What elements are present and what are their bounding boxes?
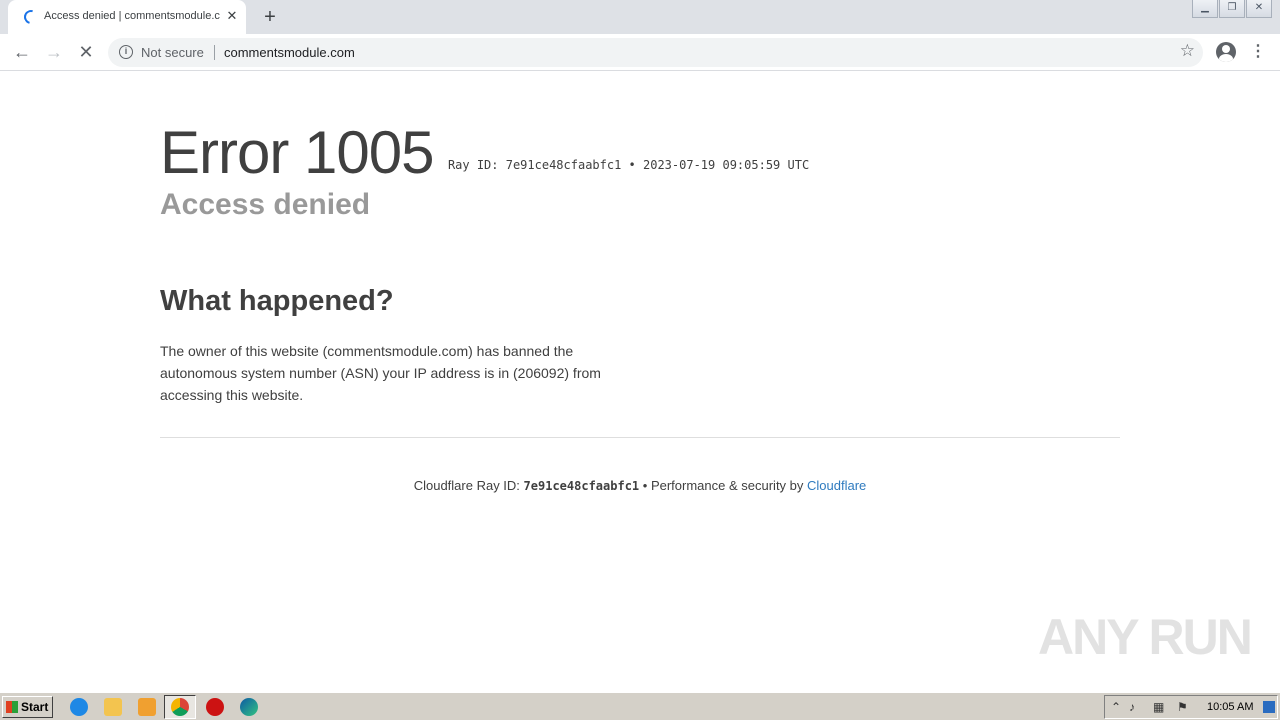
footer-perf-label: Performance & security by bbox=[650, 478, 804, 493]
section-title: What happened? bbox=[160, 285, 394, 317]
new-tab-button[interactable]: + bbox=[259, 6, 281, 28]
tab-title: Access denied | commentsmodule.com bbox=[44, 10, 220, 22]
cloudflare-link[interactable]: Cloudflare bbox=[807, 478, 866, 493]
omnibox-divider bbox=[214, 45, 215, 60]
footer-separator: • bbox=[642, 478, 648, 493]
minimize-button[interactable]: ▁ bbox=[1192, 0, 1218, 18]
info-icon[interactable]: i bbox=[119, 45, 133, 59]
volume-icon[interactable]: ♪ bbox=[1129, 700, 1135, 714]
url-text[interactable]: commentsmodule.com bbox=[224, 45, 355, 60]
back-button[interactable]: ← bbox=[10, 40, 34, 64]
divider bbox=[160, 437, 1120, 438]
error-subtitle: Access denied bbox=[160, 188, 371, 221]
footer: Cloudflare Ray ID: 7e91ce48cfaabfc1 • Pe… bbox=[0, 478, 1280, 493]
system-tray: ⌃ ♪ ▦ ⚑ 10:05 AM bbox=[1104, 695, 1278, 719]
start-label: Start bbox=[21, 700, 49, 714]
show-desktop-icon[interactable] bbox=[1263, 701, 1275, 713]
browser-toolbar: ← → ✕ i Not secure commentsmodule.com ☆ … bbox=[0, 34, 1280, 71]
action-center-flag-icon[interactable]: ⚑ bbox=[1177, 700, 1188, 714]
window-controls: ▁ ❐ ✕ bbox=[1191, 0, 1272, 18]
footer-ray-id: 7e91ce48cfaabfc1 bbox=[523, 479, 640, 493]
forward-button[interactable]: → bbox=[42, 40, 66, 64]
page-content: Error 1005 Ray ID: 7e91ce48cfaabfc1 • 20… bbox=[0, 72, 1280, 692]
error-title: Error 1005 bbox=[160, 119, 434, 186]
clock[interactable]: 10:05 AM bbox=[1207, 701, 1253, 713]
explanation-text: The owner of this website (commentsmodul… bbox=[160, 343, 601, 403]
show-hidden-icons-icon[interactable]: ⌃ bbox=[1111, 700, 1121, 714]
tab-close-icon[interactable]: ✕ bbox=[224, 8, 240, 24]
chrome-icon bbox=[171, 698, 189, 716]
address-bar[interactable]: i Not secure commentsmodule.com ☆ bbox=[108, 38, 1203, 67]
loading-spinner-icon bbox=[21, 7, 41, 27]
tab-active[interactable]: Access denied | commentsmodule.com ✕ bbox=[8, 0, 246, 34]
ray-id-timestamp: Ray ID: 7e91ce48cfaabfc1 • 2023-07-19 09… bbox=[447, 158, 810, 172]
security-label[interactable]: Not secure bbox=[141, 45, 204, 60]
taskbar: Start ⌃ ♪ ▦ ⚑ 10:05 AM bbox=[0, 692, 1280, 720]
windows-logo-icon bbox=[6, 701, 18, 713]
chrome-taskbar-button[interactable] bbox=[164, 695, 196, 719]
start-button[interactable]: Start bbox=[2, 696, 53, 718]
error-header: Error 1005 Ray ID: 7e91ce48cfaabfc1 • 20… bbox=[160, 118, 809, 187]
anyrun-watermark: ANY RUN bbox=[1038, 609, 1253, 665]
profile-avatar-icon[interactable] bbox=[1216, 42, 1236, 62]
stop-loading-button[interactable]: ✕ bbox=[74, 40, 98, 64]
more-menu-icon[interactable]: ⋮ bbox=[1250, 40, 1266, 64]
edge-icon[interactable] bbox=[240, 698, 258, 716]
network-icon[interactable]: ▦ bbox=[1153, 700, 1164, 714]
footer-ray-label: Cloudflare Ray ID: bbox=[413, 478, 520, 493]
file-explorer-icon[interactable] bbox=[104, 698, 122, 716]
opera-icon[interactable] bbox=[206, 698, 224, 716]
internet-explorer-icon[interactable] bbox=[70, 698, 88, 716]
close-window-button[interactable]: ✕ bbox=[1246, 0, 1272, 18]
tab-strip: Access denied | commentsmodule.com ✕ + ▁… bbox=[0, 0, 1280, 34]
restore-button[interactable]: ❐ bbox=[1219, 0, 1245, 18]
bookmark-star-icon[interactable]: ☆ bbox=[1180, 41, 1195, 61]
media-player-icon[interactable] bbox=[138, 698, 156, 716]
